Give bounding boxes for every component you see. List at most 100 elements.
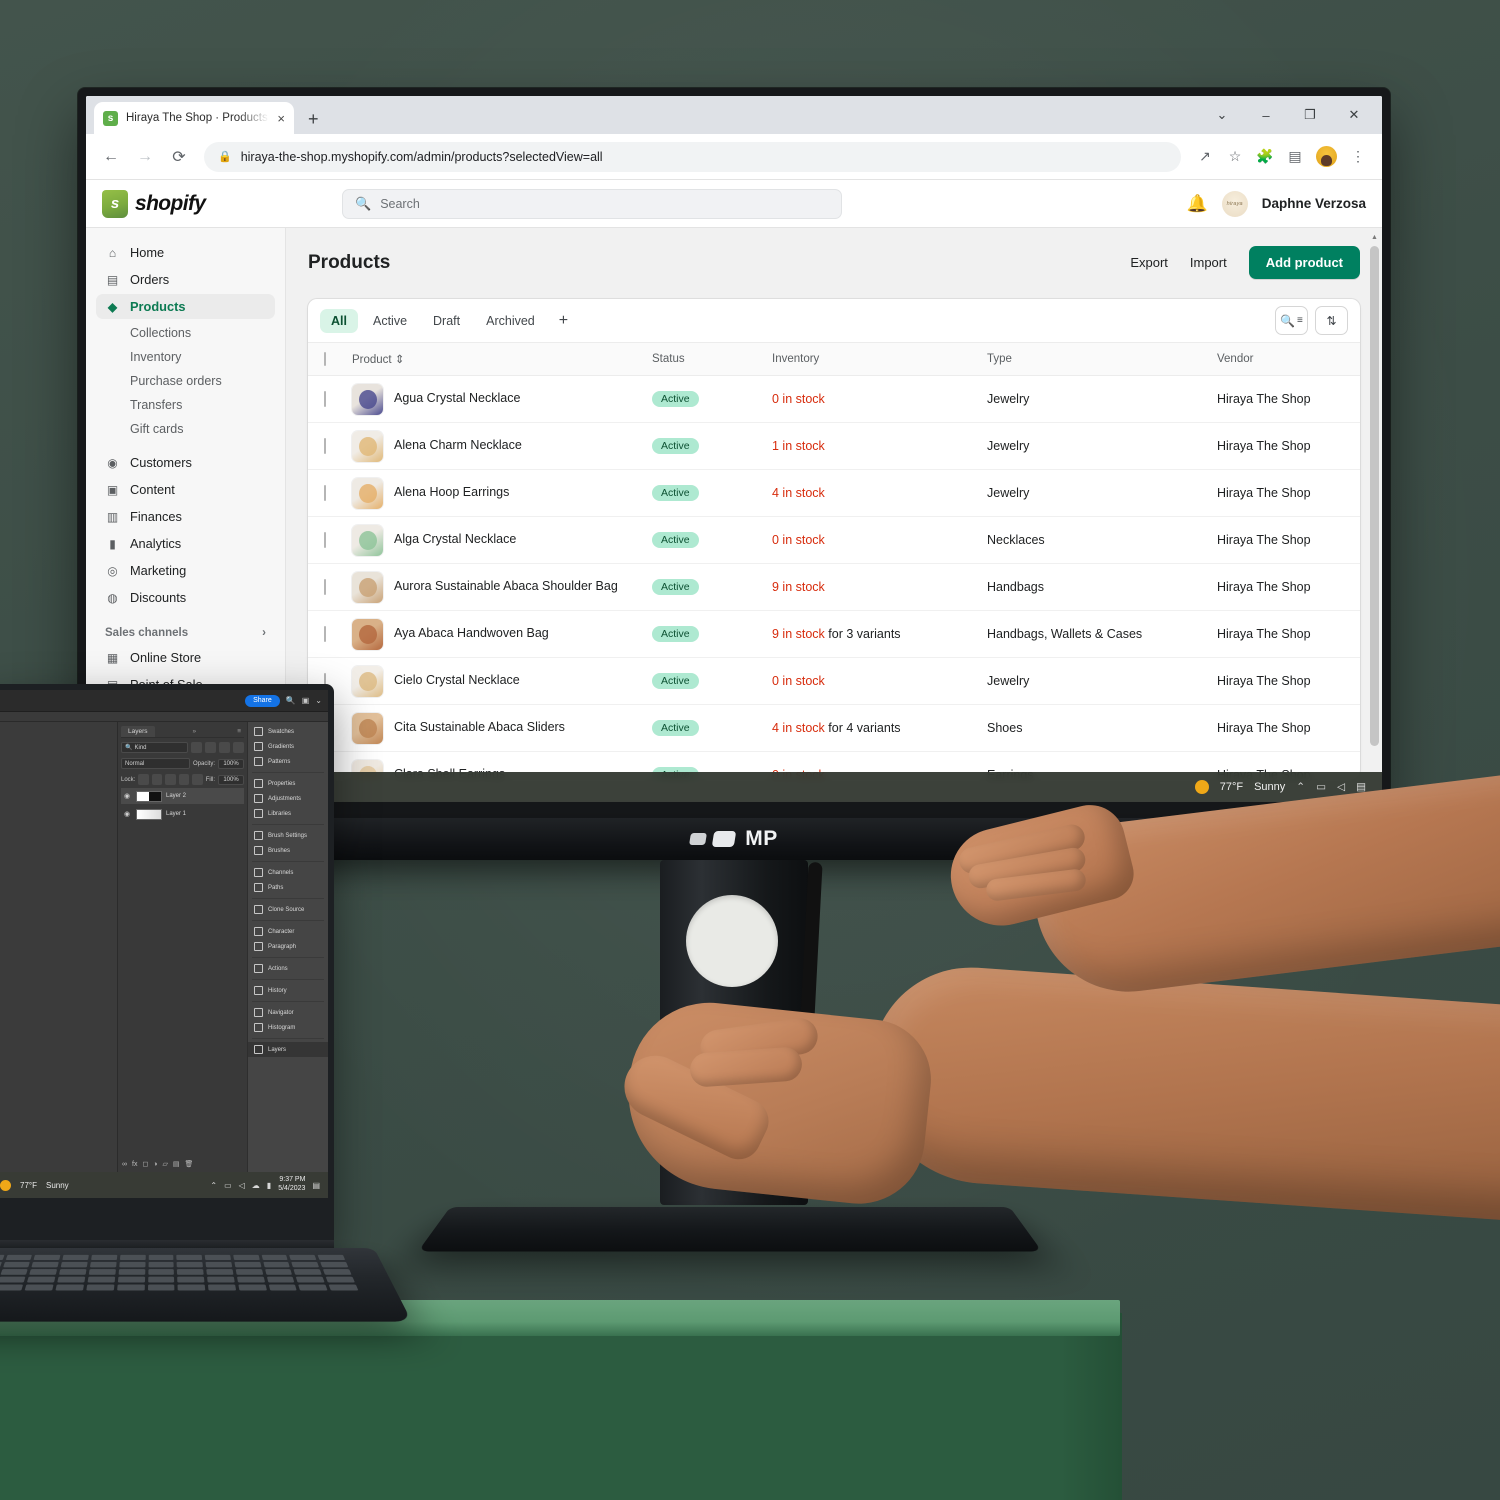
row-checkbox[interactable] [324, 391, 326, 407]
close-window-button[interactable]: ✕ [1332, 96, 1376, 134]
layer-kind-filter[interactable]: 🔍 Kind [121, 742, 188, 753]
clock-date[interactable]: 5/4/2023 [278, 1185, 305, 1192]
add-view-button[interactable]: + [550, 311, 577, 331]
lock-brush-icon[interactable] [151, 774, 163, 785]
keyboard-key[interactable] [55, 1284, 84, 1291]
panel-item-navigator[interactable]: Navigator [248, 1005, 328, 1020]
table-row[interactable]: Aya Abaca Handwoven Bag Active 9 in stock … [308, 610, 1360, 658]
chevron-up-icon[interactable]: ⌃ [1296, 781, 1305, 793]
panel-item-patterns[interactable]: Patterns [248, 754, 328, 769]
keyboard-key[interactable] [0, 1254, 5, 1261]
eye-icon[interactable]: ◉ [124, 792, 132, 800]
panel-item-history[interactable]: History [248, 983, 328, 998]
panel-item-histogram[interactable]: Histogram [248, 1020, 328, 1035]
keyboard-key[interactable] [261, 1254, 289, 1261]
clock-time[interactable]: 9:37 PM [279, 1176, 305, 1183]
keyboard-key[interactable] [119, 1254, 146, 1261]
keyboard-key[interactable] [264, 1269, 293, 1275]
filter-type-icon[interactable] [219, 742, 230, 753]
product-name[interactable]: Aurora Sustainable Abaca Shoulder Bag [394, 579, 618, 595]
keyboard-key[interactable] [148, 1254, 174, 1261]
tab-draft[interactable]: Draft [422, 309, 471, 333]
keyboard-key[interactable] [33, 1254, 61, 1261]
table-row[interactable]: Alga Crystal Necklace Active 0 in stock Nec… [308, 516, 1360, 564]
keyboard-key[interactable] [60, 1261, 88, 1268]
new-tab-button[interactable]: + [308, 110, 319, 128]
link-icon[interactable]: ∞ [122, 1161, 127, 1168]
keyboard-key[interactable] [298, 1284, 328, 1291]
share-icon[interactable]: ↗ [1191, 143, 1219, 171]
browser-tab[interactable]: s Hiraya The Shop · Products · Sho × [94, 102, 294, 134]
lock-transparency-icon[interactable] [138, 774, 149, 785]
table-row[interactable]: Cita Sustainable Abaca Sliders Active 4 in… [308, 704, 1360, 752]
chevron-up-icon[interactable]: ⌃ [210, 1181, 217, 1190]
keyboard-key[interactable] [0, 1284, 24, 1291]
delete-icon[interactable]: 🗑 [185, 1160, 194, 1168]
sales-channels-header[interactable]: Sales channels › [96, 621, 275, 645]
keyboard-key[interactable] [236, 1276, 265, 1283]
panel-item-adjustments[interactable]: Adjustments [248, 791, 328, 806]
keyboard-key[interactable] [0, 1269, 29, 1275]
network-icon[interactable]: ▭ [224, 1181, 232, 1190]
keyboard-key[interactable] [238, 1284, 267, 1291]
product-name[interactable]: Alga Crystal Necklace [394, 532, 516, 548]
row-checkbox[interactable] [324, 438, 326, 454]
keyboard-key[interactable] [177, 1269, 204, 1275]
keyboard-key[interactable] [59, 1269, 87, 1275]
sidebar-item-marketing[interactable]: ◎ Marketing [96, 558, 275, 583]
keyboard-key[interactable] [87, 1276, 115, 1283]
kebab-menu-icon[interactable]: ⋮ [1344, 143, 1372, 171]
scrollbar-thumb[interactable] [1370, 246, 1379, 746]
opacity-value[interactable]: 100% [218, 758, 244, 769]
row-checkbox[interactable] [324, 485, 326, 501]
sort-icon[interactable]: ⇅ [1315, 306, 1348, 335]
keyboard-key[interactable] [207, 1284, 236, 1291]
keyboard-key[interactable] [205, 1261, 233, 1268]
volume-icon[interactable]: ◁ [1337, 781, 1345, 793]
keyboard-key[interactable] [29, 1269, 58, 1275]
adjustment-icon[interactable]: ◑ [153, 1161, 157, 1168]
list-item[interactable]: ◉ Layer 1 [121, 806, 244, 822]
keyboard-key[interactable] [117, 1276, 145, 1283]
lock-all-icon[interactable] [192, 774, 203, 785]
table-row[interactable]: Alena Hoop Earrings Active 4 in stock Jewel… [308, 469, 1360, 517]
blend-mode-select[interactable]: Normal [121, 758, 190, 769]
search-icon[interactable]: 🔍 [286, 696, 296, 705]
weather-desc[interactable]: Sunny [1254, 781, 1285, 793]
keyboard-key[interactable] [323, 1269, 352, 1275]
keyboard-key[interactable] [5, 1254, 33, 1261]
scroll-up-arrow[interactable]: ▲ [1370, 230, 1379, 244]
panel-item-paths[interactable]: Paths [248, 880, 328, 895]
bell-icon[interactable]: 🔔 [1187, 194, 1208, 214]
product-name[interactable]: Alena Charm Necklace [394, 438, 522, 454]
tab-active[interactable]: Active [362, 309, 418, 333]
panel-item-gradients[interactable]: Gradients [248, 739, 328, 754]
extensions-puzzle-icon[interactable]: 🧩 [1251, 143, 1279, 171]
panel-collapse-icon[interactable]: » [193, 728, 200, 735]
bookmark-star-icon[interactable]: ☆ [1221, 143, 1249, 171]
search-filter-icon[interactable]: 🔍 ≡ [1275, 306, 1308, 335]
keyboard-key[interactable] [289, 1254, 317, 1261]
notification-icon[interactable]: ▤ [312, 1181, 320, 1190]
keyboard-key[interactable] [116, 1284, 145, 1291]
folder-icon[interactable]: ▱ [163, 1160, 168, 1168]
row-checkbox[interactable] [324, 579, 326, 595]
keyboard-key[interactable] [118, 1261, 146, 1268]
keyboard-key[interactable] [293, 1269, 323, 1275]
mask-icon[interactable]: ◻ [142, 1160, 148, 1168]
panel-item-actions[interactable]: Actions [248, 961, 328, 976]
keyboard-key[interactable] [0, 1276, 26, 1283]
import-button[interactable]: Import [1190, 255, 1227, 270]
sidebar-item-products[interactable]: ◆ Products [96, 294, 275, 319]
product-name[interactable]: Agua Crystal Necklace [394, 391, 520, 407]
fill-value[interactable]: 100% [218, 774, 245, 785]
table-row[interactable]: Agua Crystal Necklace Active 0 in stock Jew… [308, 375, 1360, 423]
keyboard-key[interactable] [57, 1276, 86, 1283]
new-layer-icon[interactable]: ▤ [173, 1160, 180, 1168]
filter-shape-icon[interactable] [233, 742, 244, 753]
maximize-button[interactable]: ❐ [1288, 96, 1332, 134]
keyboard-key[interactable] [207, 1276, 235, 1283]
keyboard-key[interactable] [147, 1269, 175, 1275]
tab-archived[interactable]: Archived [475, 309, 546, 333]
cloud-icon[interactable]: ☁ [252, 1181, 260, 1190]
